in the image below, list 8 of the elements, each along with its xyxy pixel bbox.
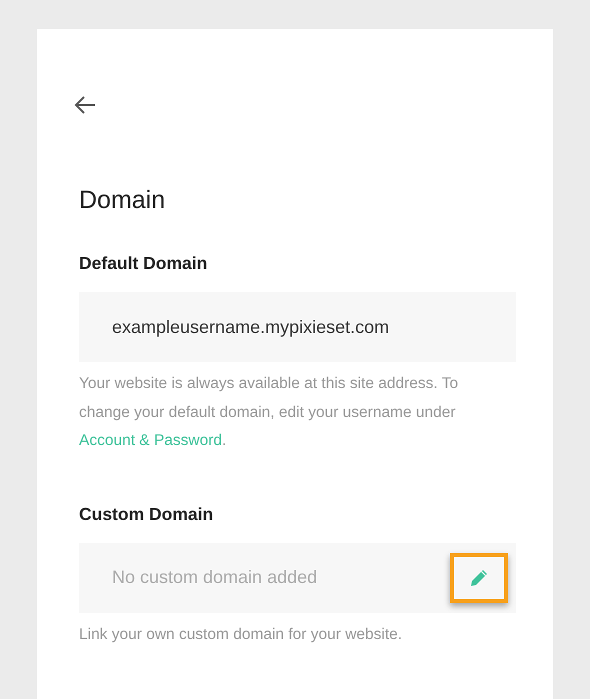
- domain-field[interactable]: No custom domain added: [79, 542, 516, 612]
- pencil-icon: [469, 568, 489, 588]
- domain-field[interactable]: exampleusername.mypixieset.com: [79, 292, 516, 362]
- help-text: Your website is always available at this site address. To change your default domain, edit your username under Account & Password.: [79, 374, 460, 451]
- page-title: Domain: [79, 185, 166, 215]
- help-text: Link your own custom domain for your website.: [79, 624, 404, 644]
- section-label: Custom Domain: [79, 504, 214, 524]
- section-label: Default Domain: [79, 253, 208, 274]
